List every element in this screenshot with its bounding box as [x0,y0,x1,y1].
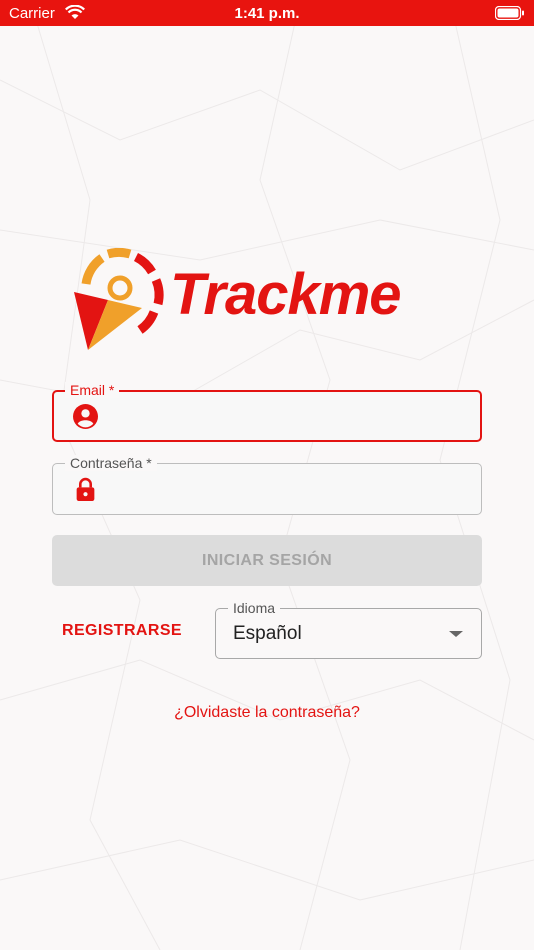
lock-icon [76,477,95,501]
trackme-logo-mark-icon [74,248,164,350]
app-name: Trackme [170,262,402,327]
language-value: Español [233,623,302,644]
status-time: 1:41 p.m. [234,5,300,22]
person-icon [73,404,98,429]
password-label: Contraseña * [65,455,157,471]
email-field[interactable]: Email * [52,382,482,442]
register-button[interactable]: REGISTRARSE [62,622,182,640]
email-label: Email * [65,382,120,398]
language-select[interactable]: Idioma Español [215,600,482,659]
status-bar: Carrier 1:41 p.m. [0,0,534,26]
login-button[interactable]: INICIAR SESIÓN [52,535,482,586]
password-field[interactable]: Contraseña * [52,455,482,515]
app-logo: Trackme [72,248,464,352]
chevron-down-icon[interactable] [449,631,463,637]
language-label: Idioma [228,600,281,616]
forgot-password-link[interactable]: ¿Olvidaste la contraseña? [0,704,534,722]
battery-icon [495,6,524,20]
